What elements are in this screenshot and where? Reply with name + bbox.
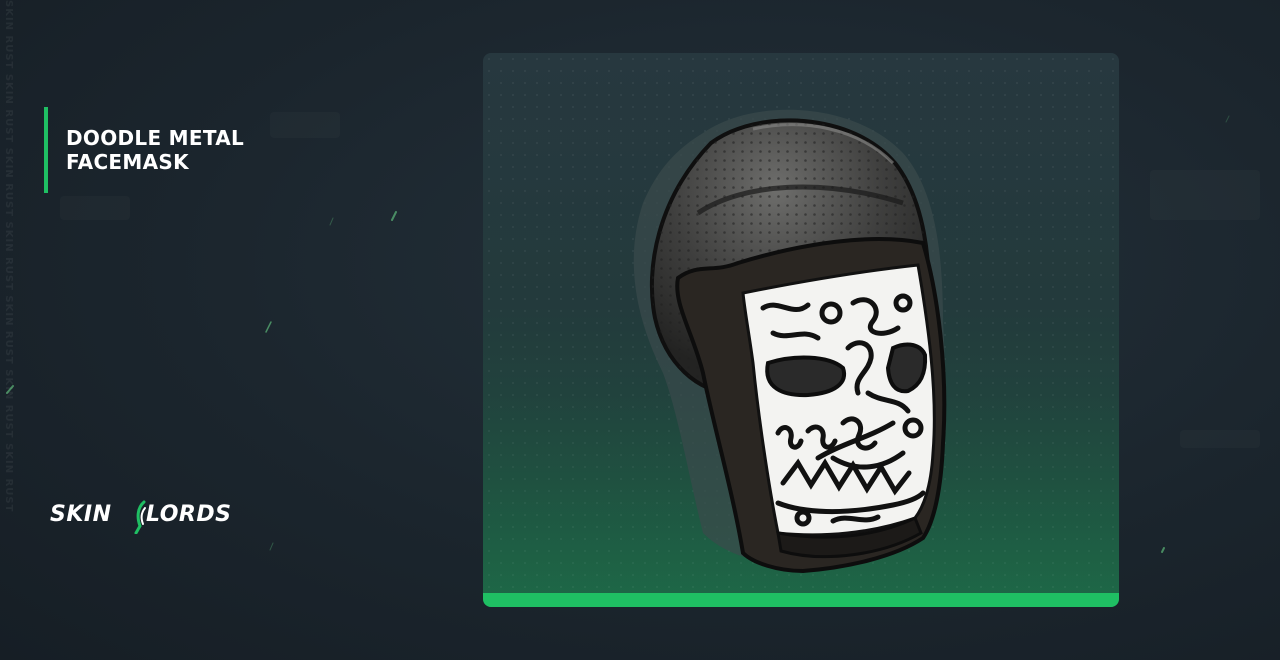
side-watermark-text: SKIN RUST SKIN RUST SKIN RUST SKIN RUST … <box>3 0 14 513</box>
brand-name-left: SKIN <box>50 502 112 527</box>
doodle-metal-facemask-icon <box>633 109 947 573</box>
item-title: DOODLE METAL FACEMASK <box>44 107 244 193</box>
side-watermark: SKIN RUST SKIN RUST SKIN RUST SKIN RUST … <box>0 0 18 660</box>
item-title-line-1: DOODLE METAL <box>66 126 245 150</box>
item-card <box>483 53 1119 607</box>
rarity-bar <box>483 593 1119 607</box>
background-decoration <box>270 112 340 138</box>
background-decoration <box>1180 430 1260 448</box>
skinlords-logo: SKIN LORDS <box>48 497 248 537</box>
brand-name-right: LORDS <box>146 502 232 527</box>
background-decoration <box>1150 170 1260 220</box>
background-decoration <box>60 196 130 220</box>
item-title-line-2: FACEMASK <box>66 150 189 174</box>
